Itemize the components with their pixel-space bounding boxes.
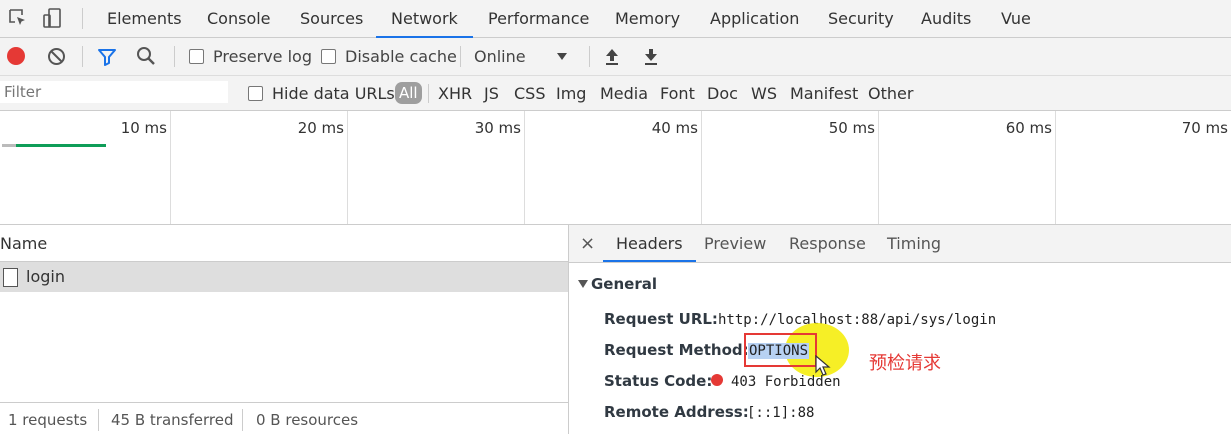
tab-memory[interactable]: Memory [615, 0, 680, 36]
inspect-element-icon[interactable] [8, 8, 28, 28]
detail-tab-bar: × Headers Preview Response Timing [569, 225, 1231, 263]
timeline-download-bar [16, 144, 106, 147]
filter-icon[interactable] [97, 47, 117, 67]
tab-timing[interactable]: Timing [887, 225, 941, 262]
request-method-value: OPTIONS [748, 343, 810, 359]
record-icon[interactable] [7, 47, 25, 65]
preserve-log-label[interactable]: Preserve log [213, 38, 312, 75]
document-icon [3, 268, 18, 287]
status-code-value: 403 Forbidden [731, 374, 841, 390]
table-row[interactable]: login [0, 262, 568, 292]
export-har-icon[interactable] [642, 47, 660, 67]
request-method-label: Request Method: [604, 341, 749, 359]
tab-sources[interactable]: Sources [300, 0, 363, 36]
request-count: 1 requests [8, 411, 88, 429]
timeline-tick: 40 ms [651, 119, 698, 137]
filter-input[interactable] [0, 81, 228, 103]
tab-audits[interactable]: Audits [921, 0, 971, 36]
timeline-overview[interactable]: 10 ms 20 ms 30 ms 40 ms 50 ms 60 ms 70 m… [0, 111, 1231, 225]
tab-preview[interactable]: Preview [704, 225, 766, 262]
tab-application[interactable]: Application [710, 0, 799, 36]
clear-icon[interactable] [47, 47, 66, 66]
type-filter-all[interactable]: All [395, 82, 422, 104]
tab-headers[interactable]: Headers [603, 225, 696, 262]
remote-address-label: Remote Address: [604, 403, 749, 421]
type-filter-other[interactable]: Other [868, 76, 913, 110]
chevron-down-icon[interactable] [557, 53, 567, 60]
tab-response[interactable]: Response [789, 225, 866, 262]
triangle-down-icon[interactable] [578, 280, 588, 288]
timeline-tick: 60 ms [1005, 119, 1052, 137]
hide-data-urls-label[interactable]: Hide data URLs [272, 76, 395, 110]
close-icon[interactable]: × [580, 225, 595, 262]
tab-security[interactable]: Security [828, 0, 894, 36]
preflight-annotation: 预检请求 [869, 353, 941, 374]
timeline-waiting-bar [2, 144, 16, 147]
timeline-tick: 20 ms [297, 119, 344, 137]
type-filter-css[interactable]: CSS [514, 76, 545, 110]
network-toolbar: Preserve log Disable cache Online [0, 38, 1231, 76]
timeline-tick: 70 ms [1181, 119, 1228, 137]
type-filter-doc[interactable]: Doc [707, 76, 738, 110]
request-detail-pane: × Headers Preview Response Timing Genera… [569, 225, 1231, 434]
device-toolbar-icon[interactable] [42, 7, 64, 29]
devtools-tab-bar: Elements Console Sources Network Perform… [0, 0, 1231, 38]
type-filter-media[interactable]: Media [600, 76, 648, 110]
disable-cache-label[interactable]: Disable cache [345, 38, 457, 75]
request-name: login [26, 267, 65, 286]
type-filter-xhr[interactable]: XHR [438, 76, 472, 110]
tab-vue[interactable]: Vue [1001, 0, 1031, 36]
name-column-header[interactable]: Name [0, 225, 568, 262]
status-code-label: Status Code: [604, 372, 713, 390]
type-filter-js[interactable]: JS [484, 76, 499, 110]
type-filter-img[interactable]: Img [556, 76, 586, 110]
timeline-tick: 30 ms [474, 119, 521, 137]
general-section-title[interactable]: General [591, 275, 657, 293]
request-url-value: http://localhost:88/api/sys/login [718, 312, 997, 328]
preserve-log-checkbox[interactable] [189, 49, 204, 64]
resources-size: 0 B resources [256, 411, 359, 429]
search-icon[interactable] [136, 46, 156, 66]
remote-address-value: [::1]:88 [747, 405, 815, 421]
throttling-select[interactable]: Online [474, 38, 526, 75]
tab-console[interactable]: Console [207, 0, 271, 36]
type-filter-ws[interactable]: WS [751, 76, 777, 110]
status-error-icon [711, 374, 723, 386]
type-filter-font[interactable]: Font [660, 76, 695, 110]
request-url-label: Request URL: [604, 310, 718, 328]
timeline-tick: 10 ms [120, 119, 167, 137]
import-har-icon[interactable] [603, 47, 621, 67]
hide-data-urls-checkbox[interactable] [248, 86, 263, 101]
disable-cache-checkbox[interactable] [321, 49, 336, 64]
tab-elements[interactable]: Elements [107, 0, 182, 36]
timeline-tick: 50 ms [828, 119, 875, 137]
type-filter-manifest[interactable]: Manifest [790, 76, 858, 110]
request-list: Name login 1 requests 45 B transferred 0… [0, 225, 569, 435]
tab-performance[interactable]: Performance [488, 0, 589, 36]
status-bar: 1 requests 45 B transferred 0 B resource… [0, 402, 568, 435]
transferred-size: 45 B transferred [111, 411, 234, 429]
tab-network[interactable]: Network [376, 0, 473, 38]
filter-bar: Hide data URLs All XHR JS CSS Img Media … [0, 76, 1231, 111]
